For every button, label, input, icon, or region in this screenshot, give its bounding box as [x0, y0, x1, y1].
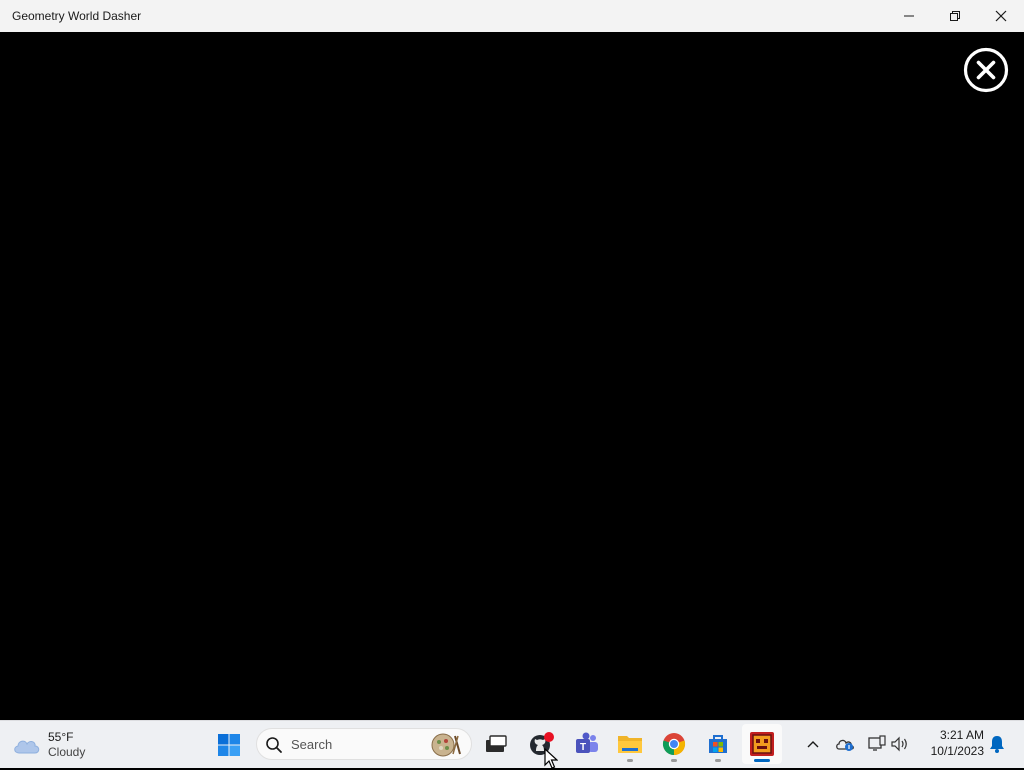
- minimize-icon: [904, 15, 914, 17]
- volume-control[interactable]: [888, 732, 912, 756]
- running-indicator: [627, 759, 633, 762]
- cloud-sync-icon: [836, 739, 854, 751]
- search-input[interactable]: Search: [256, 728, 472, 760]
- taskbar-app-teams[interactable]: T: [567, 724, 607, 764]
- weather-temperature: 55°F: [48, 730, 74, 744]
- minimize-button[interactable]: [886, 0, 932, 32]
- app-window: Geometry World Dasher: [0, 0, 1024, 720]
- windows-logo-icon: [218, 734, 240, 756]
- close-button[interactable]: [978, 0, 1024, 32]
- start-button[interactable]: [209, 725, 249, 765]
- mouse-cursor-icon: [544, 748, 558, 769]
- restore-icon: [950, 11, 960, 21]
- window-title: Geometry World Dasher: [12, 9, 142, 23]
- search-placeholder: Search: [291, 737, 333, 752]
- weather-widget[interactable]: 55°F Cloudy: [12, 725, 102, 765]
- close-icon: [995, 10, 1007, 22]
- network-icon: [868, 735, 886, 751]
- search-highlight-icon: [429, 732, 463, 758]
- weather-condition: Cloudy: [48, 745, 86, 759]
- running-indicator: [671, 759, 677, 762]
- task-view-icon: [486, 735, 507, 752]
- taskbar-app-store[interactable]: [698, 724, 738, 764]
- svg-text:T: T: [580, 742, 586, 753]
- cloud-icon: [14, 740, 40, 754]
- chrome-icon: [662, 733, 686, 756]
- game-canvas[interactable]: [0, 32, 1024, 720]
- title-bar: Geometry World Dasher: [0, 0, 1024, 32]
- running-indicator: [715, 759, 721, 762]
- microsoft-store-icon: [709, 735, 727, 753]
- game-close-button[interactable]: [963, 47, 1009, 93]
- taskbar-app-chrome[interactable]: [654, 724, 694, 764]
- clock-time: 3:21 AM: [939, 728, 984, 742]
- active-indicator: [754, 759, 770, 762]
- speaker-icon: [891, 736, 907, 752]
- search-icon: [265, 736, 283, 754]
- chevron-up-icon: [807, 741, 819, 748]
- onedrive-status[interactable]: [833, 732, 857, 756]
- bell-icon: [990, 736, 1004, 753]
- clock-date: 10/1/2023: [930, 744, 984, 758]
- task-view-button[interactable]: [476, 724, 516, 764]
- restore-button[interactable]: [932, 0, 978, 32]
- show-hidden-icons-button[interactable]: [801, 732, 825, 756]
- network-status[interactable]: [865, 732, 889, 756]
- circle-close-icon: [963, 47, 1009, 93]
- geometry-dash-icon: [750, 732, 774, 756]
- taskbar-app-geometry-world-dasher[interactable]: [742, 724, 782, 764]
- taskbar-clock[interactable]: 3:21 AM 10/1/2023: [916, 727, 984, 759]
- teams-icon: T: [576, 732, 598, 753]
- taskbar-app-file-explorer[interactable]: [610, 724, 650, 764]
- notifications-button[interactable]: [985, 732, 1009, 756]
- folder-icon: [618, 736, 642, 753]
